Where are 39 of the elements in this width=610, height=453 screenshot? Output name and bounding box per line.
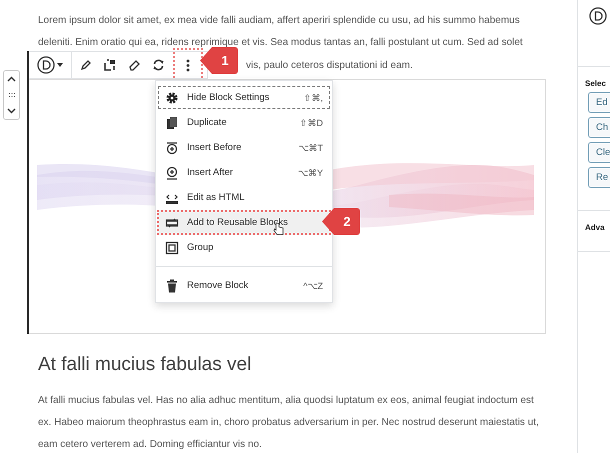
chevron-down-icon[interactable] — [7, 108, 16, 114]
shortcut-text: ⇧⌘, — [303, 92, 323, 102]
menu-item[interactable]: Insert Before ⌥⌘T — [157, 135, 331, 160]
chevron-up-icon[interactable] — [7, 76, 16, 82]
menu-item[interactable]: Group — [157, 235, 331, 260]
shortcut-text: ⌥⌘Y — [298, 168, 323, 178]
insert-after-icon — [165, 166, 179, 180]
sidebar-button[interactable]: Cle — [588, 142, 610, 163]
block-type-icon[interactable] — [589, 7, 607, 25]
menu-item[interactable]: Duplicate ⇧⌘D — [157, 110, 331, 135]
menu-item[interactable]: Remove Block ^⌥Z — [157, 273, 331, 298]
menu-item[interactable]: Insert After ⌥⌘Y — [157, 160, 331, 185]
shortcut-text: ^⌥Z — [303, 280, 323, 290]
sidebar-button[interactable]: Ed — [588, 92, 610, 113]
caret-icon[interactable] — [57, 63, 63, 67]
paragraph: At falli mucius fabulas vel. Has no alia adhuc mentitum, alia quodsi luptatum ex eos, animal feugiat indoctum est ex. Habeo maiorum theophrastus eam in, choro probatus adversarium in per. Nec nostrud deserunt maiestatis ut, eam cetero verterem ad. Doming efficiantur vis no. — [37, 394, 540, 452]
trash-icon — [165, 278, 179, 292]
block-type-icon[interactable] — [37, 56, 55, 74]
gear-icon — [165, 90, 179, 104]
group-icon — [165, 240, 179, 254]
paragraph-line: vis, paulo ceteros disputationi id eam. — [246, 60, 413, 70]
more-vertical-icon — [186, 58, 190, 72]
transform-icon[interactable] — [104, 59, 116, 71]
menu-item[interactable]: Add to Reusable Blocks — [157, 210, 331, 235]
shortcut-text: ⌥⌘T — [298, 142, 323, 152]
menu-item[interactable]: Hide Block Settings ⇧⌘, — [157, 85, 331, 110]
copy-icon — [165, 116, 179, 130]
menu-item[interactable]: Edit as HTML — [157, 185, 331, 210]
section-title: Selec — [584, 78, 607, 88]
eraser-icon[interactable] — [128, 59, 140, 71]
pencil-icon[interactable] — [80, 59, 92, 71]
sidebar-button[interactable]: Ch — [588, 117, 610, 138]
reusable-icon — [165, 216, 179, 230]
sidebar-button[interactable]: Re — [588, 167, 610, 188]
shortcut-text: ⇧⌘D — [300, 118, 323, 128]
refresh-icon[interactable] — [152, 59, 165, 71]
heading: At falli mucius fabulas vel — [37, 354, 252, 376]
insert-before-icon — [165, 140, 179, 154]
section-title: Adva — [584, 222, 606, 232]
